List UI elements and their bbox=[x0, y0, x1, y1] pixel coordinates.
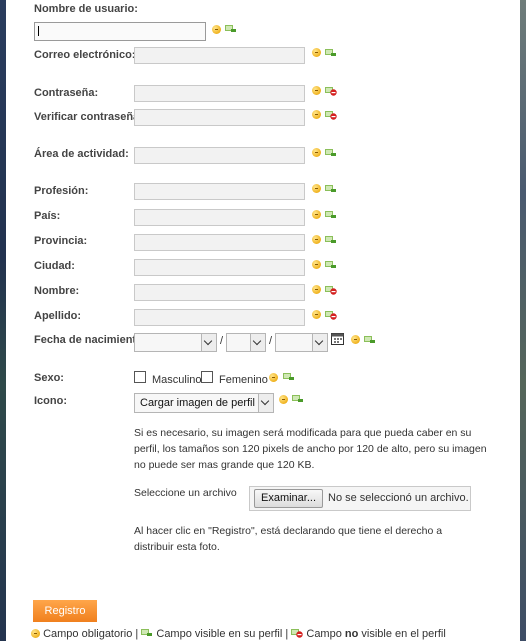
name-input[interactable] bbox=[134, 284, 305, 301]
legend-not-visible-bold: no bbox=[344, 628, 359, 640]
calendar-icon[interactable] bbox=[331, 333, 344, 345]
legend-not-visible-prefix: Campo bbox=[306, 628, 342, 640]
country-input[interactable] bbox=[134, 209, 305, 226]
not-visible-in-profile-icon bbox=[325, 87, 337, 96]
visible-in-profile-icon bbox=[225, 25, 236, 32]
registration-panel: Nombre de usuario: Correo electrónico: C… bbox=[6, 0, 520, 641]
rights-notice-text: Al hacer clic en "Registro", está declar… bbox=[134, 525, 443, 553]
help-bulb-icon bbox=[31, 629, 40, 638]
email-input[interactable] bbox=[134, 47, 305, 64]
icon-source-select[interactable]: Cargar imagen de perfil bbox=[134, 393, 274, 413]
sex-male-checkbox[interactable] bbox=[134, 371, 146, 383]
password-confirm-label: Verificar contraseña: bbox=[34, 111, 143, 123]
password-input[interactable] bbox=[134, 85, 305, 102]
help-bulb-icon[interactable] bbox=[312, 148, 321, 157]
province-label: Provincia: bbox=[34, 235, 88, 247]
help-bulb-icon[interactable] bbox=[312, 210, 321, 219]
help-bulb-icon[interactable] bbox=[279, 395, 288, 404]
help-bulb-icon[interactable] bbox=[312, 260, 321, 269]
help-bulb-icon[interactable] bbox=[312, 86, 321, 95]
register-button[interactable]: Registro bbox=[33, 600, 97, 622]
visible-in-profile-icon bbox=[364, 336, 375, 343]
chevron-down-icon bbox=[201, 334, 216, 351]
birth-day-select[interactable] bbox=[134, 333, 217, 352]
icon-select-value: Cargar imagen de perfil bbox=[140, 397, 255, 409]
chevron-down-icon bbox=[250, 334, 265, 351]
icon-label: Icono: bbox=[34, 395, 67, 407]
not-visible-in-profile-icon bbox=[325, 111, 337, 120]
not-visible-in-profile-icon bbox=[291, 629, 304, 638]
help-bulb-icon[interactable] bbox=[312, 310, 321, 319]
email-label: Correo electrónico: bbox=[34, 49, 136, 61]
surname-label: Apellido: bbox=[34, 310, 82, 322]
not-visible-in-profile-icon bbox=[325, 286, 337, 295]
help-bulb-icon[interactable] bbox=[312, 110, 321, 119]
help-bulb-icon[interactable] bbox=[312, 184, 321, 193]
city-input[interactable] bbox=[134, 259, 305, 276]
password-label: Contraseña: bbox=[34, 87, 99, 99]
sex-label: Sexo: bbox=[34, 372, 64, 384]
visible-in-profile-icon bbox=[325, 211, 336, 218]
sex-male-label: Masculino bbox=[152, 374, 202, 386]
right-background-strip bbox=[520, 0, 526, 641]
legend-required: Campo obligatorio | bbox=[43, 628, 139, 640]
profession-label: Profesión: bbox=[34, 185, 89, 197]
province-input[interactable] bbox=[134, 234, 305, 251]
file-select-label: Seleccione un archivo bbox=[134, 487, 237, 499]
sex-female-checkbox[interactable] bbox=[201, 371, 213, 383]
icon-info-text: Si es necesario, su imagen será modifica… bbox=[134, 427, 487, 471]
profession-input[interactable] bbox=[134, 183, 305, 200]
country-label: País: bbox=[34, 210, 61, 222]
help-bulb-icon[interactable] bbox=[312, 235, 321, 244]
visible-in-profile-icon bbox=[325, 149, 336, 156]
username-label: Nombre de usuario: bbox=[34, 3, 138, 15]
password-confirm-input[interactable] bbox=[134, 109, 305, 126]
visible-in-profile-icon bbox=[325, 236, 336, 243]
visible-in-profile-icon bbox=[325, 185, 336, 192]
file-status-text: No se seleccionó un archivo. bbox=[328, 492, 469, 504]
help-bulb-icon[interactable] bbox=[312, 48, 321, 57]
legend-visible: Campo visible en su perfil | bbox=[156, 628, 289, 640]
legend-not-visible-suffix: visible en el perfil bbox=[361, 628, 446, 640]
file-input[interactable]: Examinar... No se seleccionó un archivo. bbox=[249, 486, 471, 511]
birth-month-select[interactable] bbox=[226, 333, 266, 352]
birthdate-label: Fecha de nacimiento: bbox=[34, 334, 147, 346]
visible-in-profile-icon bbox=[325, 49, 336, 56]
username-input[interactable] bbox=[34, 22, 206, 41]
date-separator: / bbox=[220, 335, 224, 347]
visible-in-profile-icon bbox=[325, 261, 336, 268]
fields-legend: Campo obligatorio | Campo visible en su … bbox=[31, 627, 446, 640]
birth-year-select[interactable] bbox=[275, 333, 328, 352]
chevron-down-icon bbox=[312, 334, 327, 351]
activity-label: Área de actividad: bbox=[34, 148, 129, 160]
help-bulb-icon[interactable] bbox=[351, 335, 360, 344]
help-bulb-icon[interactable] bbox=[269, 373, 278, 382]
name-label: Nombre: bbox=[34, 285, 80, 297]
visible-in-profile-icon bbox=[292, 395, 303, 402]
not-visible-in-profile-icon bbox=[325, 311, 337, 320]
date-separator: / bbox=[269, 335, 273, 347]
visible-in-profile-icon bbox=[141, 629, 153, 636]
surname-input[interactable] bbox=[134, 309, 305, 326]
city-label: Ciudad: bbox=[34, 260, 75, 272]
help-bulb-icon[interactable] bbox=[212, 25, 221, 34]
browse-button[interactable]: Examinar... bbox=[254, 489, 324, 508]
activity-input[interactable] bbox=[134, 147, 305, 164]
chevron-down-icon bbox=[258, 394, 273, 412]
visible-in-profile-icon bbox=[283, 373, 294, 380]
help-bulb-icon[interactable] bbox=[312, 285, 321, 294]
text-caret bbox=[38, 26, 39, 36]
sex-female-label: Femenino bbox=[219, 374, 268, 386]
